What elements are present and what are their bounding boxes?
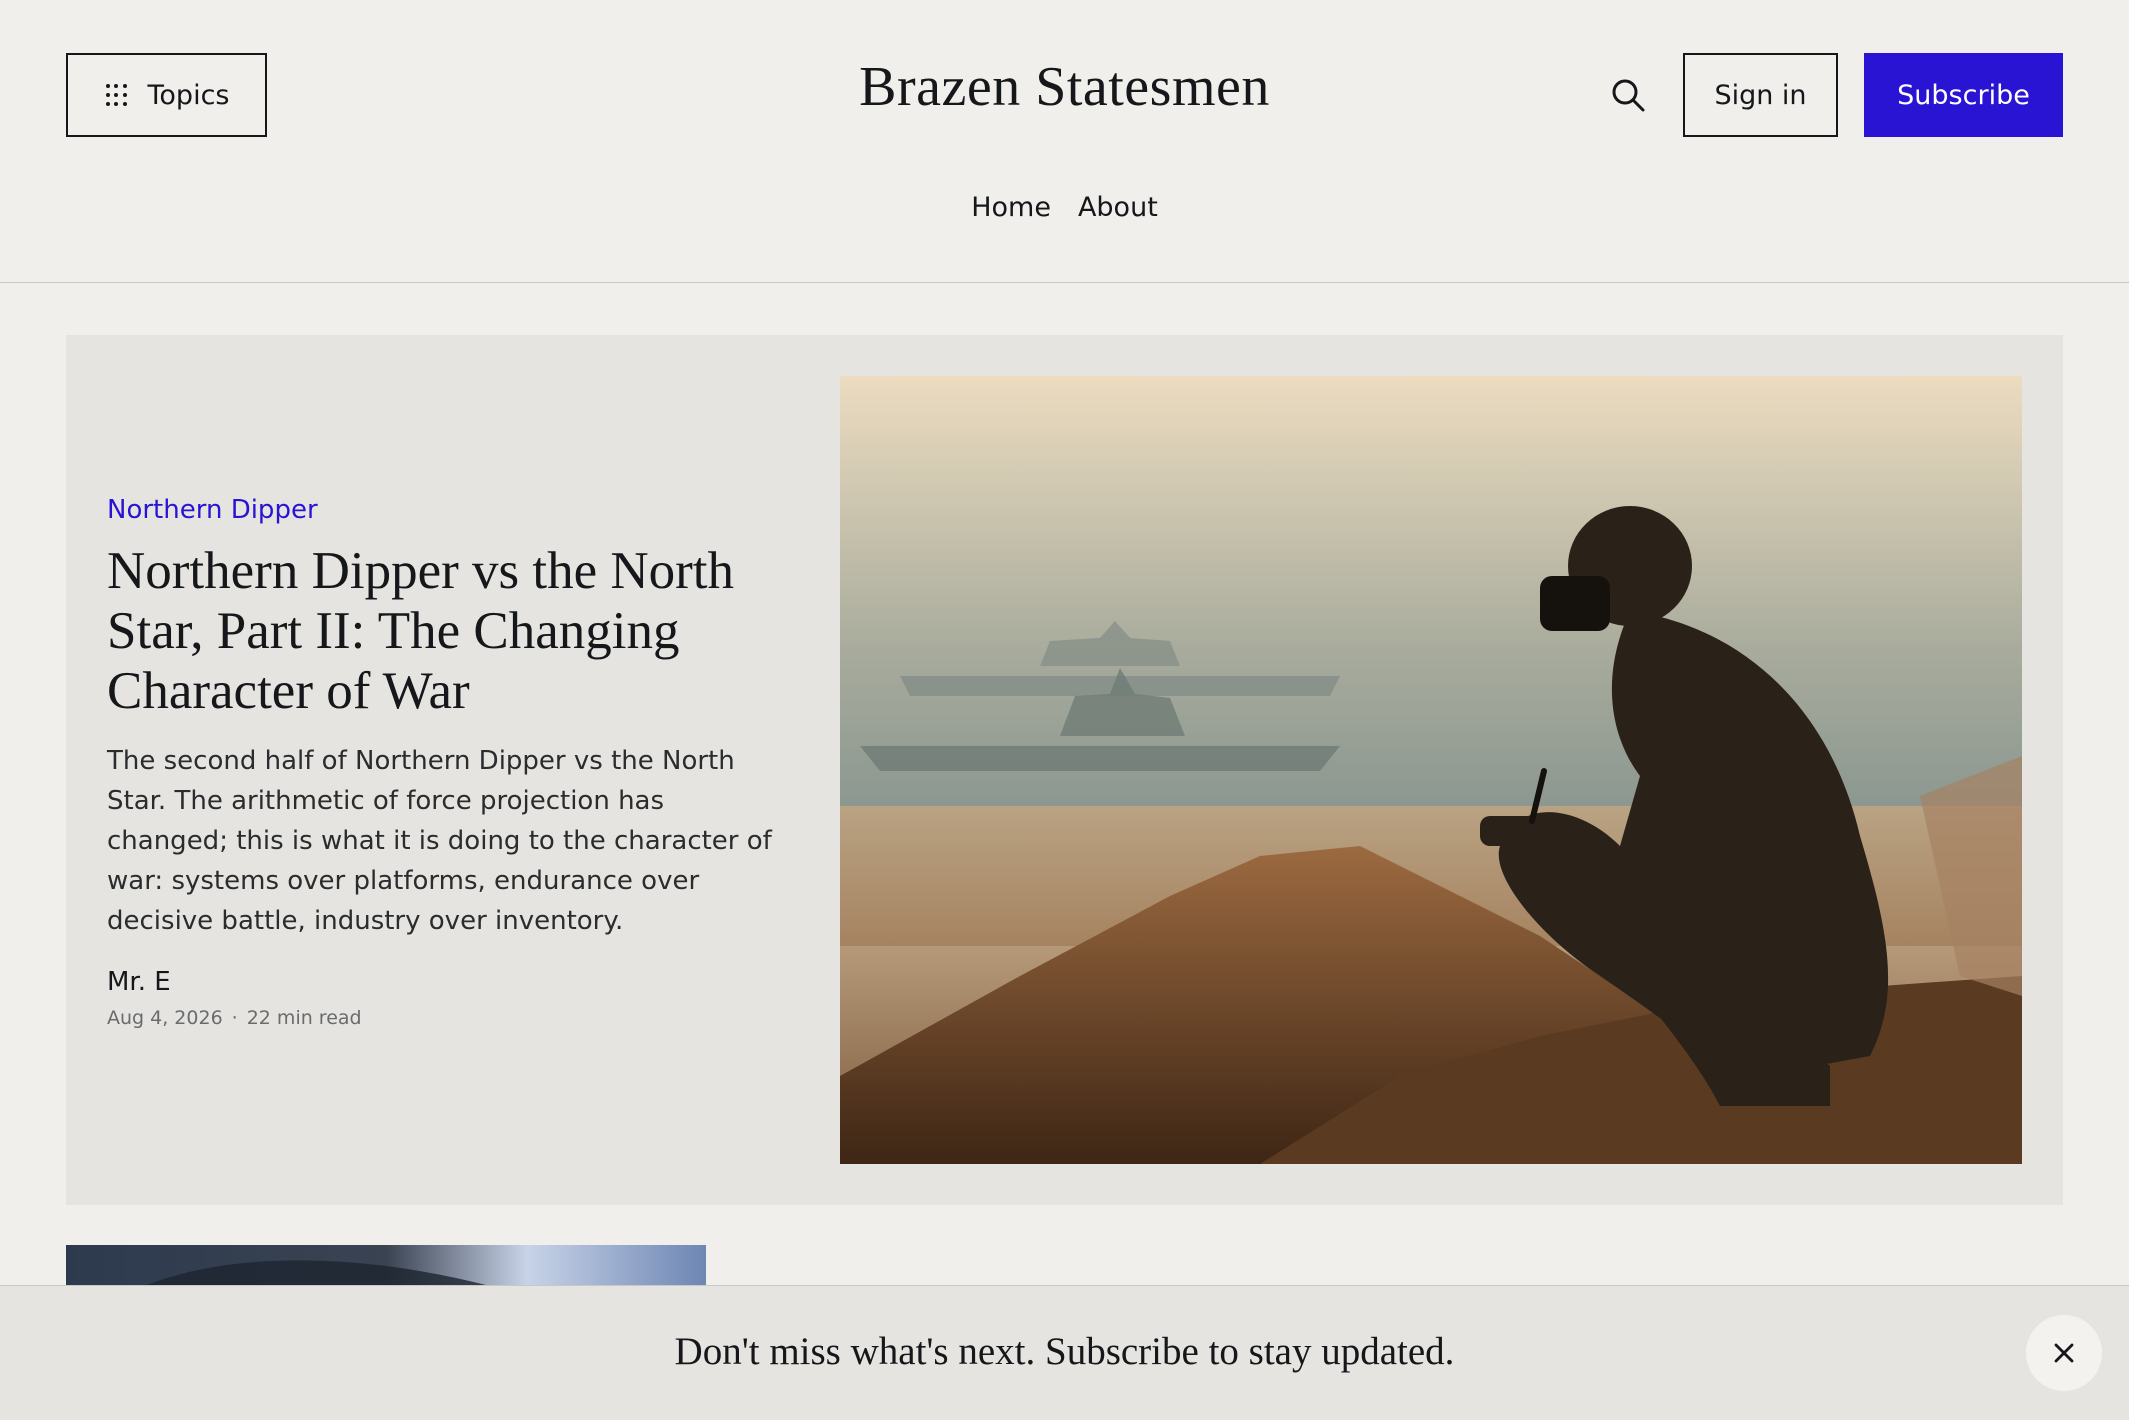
featured-post-text: Northern Dipper Northern Dipper vs the N…	[107, 495, 787, 1029]
nav-about[interactable]: About	[1078, 192, 1158, 223]
post-tag[interactable]: Northern Dipper	[107, 495, 787, 525]
post-title[interactable]: Northern Dipper vs the North Star, Part …	[107, 541, 747, 721]
subscribe-button[interactable]: Subscribe	[1864, 53, 2063, 137]
post-author: Mr. E	[107, 967, 171, 997]
signin-button[interactable]: Sign in	[1683, 53, 1838, 137]
search-icon[interactable]	[1610, 77, 1646, 113]
banner-text: Don't miss what's next. Subscribe to sta…	[674, 1330, 1455, 1373]
featured-post-card: Northern Dipper Northern Dipper vs the N…	[66, 335, 2063, 1205]
close-icon	[2054, 1343, 2074, 1363]
post-excerpt: The second half of Northern Dipper vs th…	[107, 746, 772, 936]
post-date: Aug 4, 2026	[107, 1007, 223, 1029]
close-banner-button[interactable]	[2026, 1315, 2102, 1391]
post-read-time: 22 min read	[246, 1007, 362, 1029]
nav-home[interactable]: Home	[971, 192, 1051, 223]
meta-separator: ·	[231, 1007, 238, 1029]
main-nav: Home About	[0, 192, 2129, 223]
site-header: Topics Brazen Statesmen Sign in Subscrib…	[0, 0, 2129, 283]
post-meta: Aug 4, 2026 · 22 min read	[107, 1007, 787, 1029]
subscribe-banner: Don't miss what's next. Subscribe to sta…	[0, 1285, 2129, 1420]
featured-post-image[interactable]	[840, 376, 2022, 1164]
